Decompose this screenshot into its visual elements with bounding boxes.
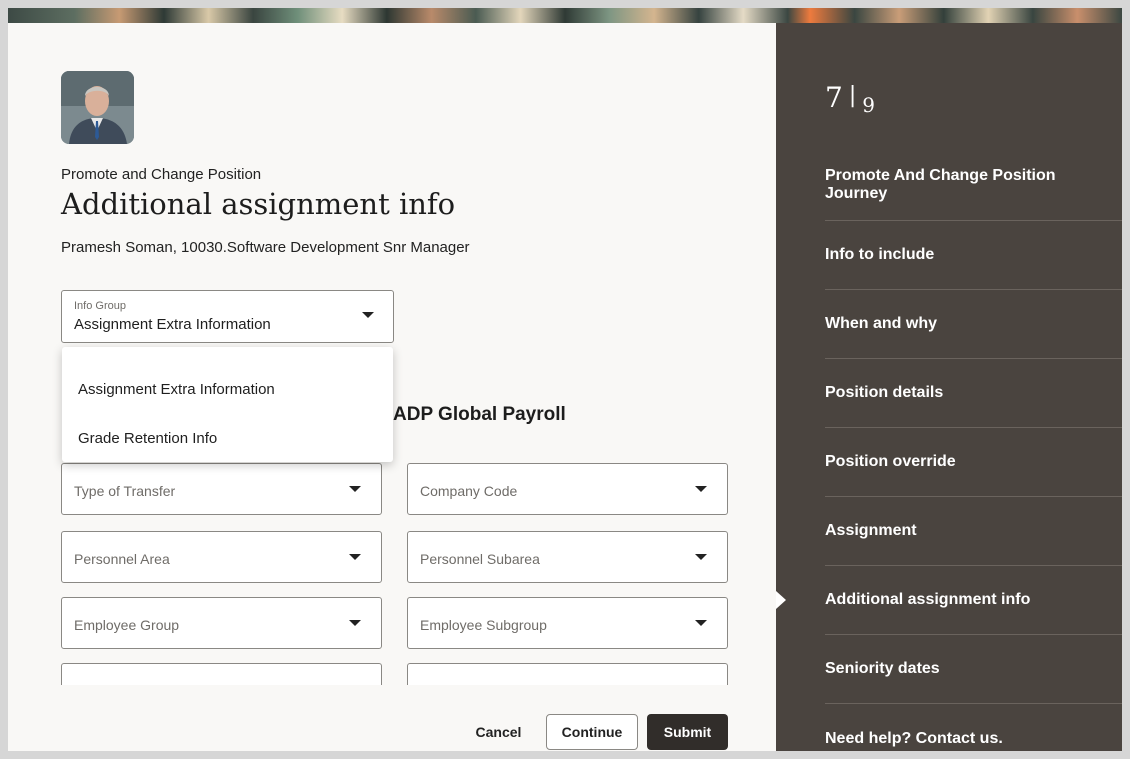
page-subtitle: Promote and Change Position	[61, 166, 262, 183]
chevron-down-icon	[695, 554, 707, 560]
personnel-area-select[interactable]: Personnel Area	[61, 531, 382, 583]
field-placeholder: Company Code	[420, 483, 518, 499]
sidebar-item-label: Additional assignment info	[825, 591, 1031, 608]
section-title: ADP Global Payroll	[393, 404, 566, 425]
total-steps: 9	[862, 93, 875, 117]
employee-group-select[interactable]: Employee Group	[61, 597, 382, 649]
app-frame: Promote and Change Position Additional a…	[8, 8, 1122, 751]
type-of-transfer-select[interactable]: Type of Transfer	[61, 463, 382, 515]
step-counter: 7 | 9	[825, 81, 875, 117]
info-group-dropdown-menu: Assignment Extra Information Grade Reten…	[62, 347, 393, 462]
sidebar-item-when-and-why[interactable]: When and why	[825, 290, 1122, 359]
sidebar-item-contact-us[interactable]: Need help? Contact us.	[825, 704, 1122, 751]
sidebar-item-journey[interactable]: Promote And Change Position Journey	[825, 149, 1122, 221]
sidebar-item-label: Position override	[825, 453, 956, 470]
info-group-label: Info Group	[74, 300, 126, 312]
info-group-select[interactable]: Info Group Assignment Extra Information	[61, 290, 394, 343]
sidebar-item-label: Info to include	[825, 246, 935, 263]
chevron-down-icon	[695, 620, 707, 626]
dropdown-option[interactable]: Assignment Extra Information	[78, 381, 275, 398]
chevron-down-icon	[695, 486, 707, 492]
sidebar-item-label: Need help? Contact us.	[825, 729, 1003, 747]
field-placeholder: Personnel Area	[74, 551, 170, 567]
chevron-down-icon	[349, 486, 361, 492]
partial-field-left[interactable]	[61, 663, 382, 685]
dropdown-option[interactable]: Grade Retention Info	[78, 430, 217, 447]
sidebar-item-label: Seniority dates	[825, 660, 940, 677]
page-title: Additional assignment info	[61, 187, 456, 221]
step-sidebar: 7 | 9 Promote And Change Position Journe…	[776, 23, 1122, 751]
sidebar-item-position-details[interactable]: Position details	[825, 359, 1122, 428]
submit-button[interactable]: Submit	[647, 714, 728, 750]
chevron-down-icon	[362, 312, 374, 318]
employee-subgroup-select[interactable]: Employee Subgroup	[407, 597, 728, 649]
sidebar-item-additional-assignment-info[interactable]: Additional assignment info	[776, 566, 1122, 635]
sidebar-item-label: Promote And Change Position Journey	[825, 166, 1056, 202]
main-panel: Promote and Change Position Additional a…	[8, 23, 776, 751]
field-placeholder: Type of Transfer	[74, 483, 176, 499]
company-code-select[interactable]: Company Code	[407, 463, 728, 515]
step-nav-list: Promote And Change Position Journey Info…	[776, 149, 1122, 751]
field-placeholder: Employee Group	[74, 617, 180, 633]
sidebar-item-seniority-dates[interactable]: Seniority dates	[825, 635, 1122, 704]
sidebar-item-position-override[interactable]: Position override	[825, 428, 1122, 497]
current-step-marker-icon	[776, 591, 786, 609]
chevron-down-icon	[349, 554, 361, 560]
sidebar-item-info-to-include[interactable]: Info to include	[825, 221, 1122, 290]
continue-button[interactable]: Continue	[546, 714, 638, 750]
step-separator: |	[848, 83, 857, 108]
person-info: Pramesh Soman, 10030.Software Developmen…	[61, 239, 470, 256]
current-step: 7	[825, 81, 843, 114]
sidebar-item-label: Position details	[825, 384, 944, 401]
partial-field-right[interactable]	[407, 663, 728, 685]
sidebar-item-label: Assignment	[825, 522, 917, 539]
field-placeholder: Personnel Subarea	[420, 551, 540, 567]
field-placeholder: Employee Subgroup	[420, 617, 547, 633]
sidebar-item-assignment[interactable]: Assignment	[825, 497, 1122, 566]
avatar	[61, 71, 134, 144]
personnel-subarea-select[interactable]: Personnel Subarea	[407, 531, 728, 583]
chevron-down-icon	[349, 620, 361, 626]
sidebar-item-label: When and why	[825, 315, 937, 332]
cancel-button[interactable]: Cancel	[466, 714, 531, 750]
decorative-banner	[8, 8, 1122, 23]
info-group-value: Assignment Extra Information	[74, 316, 271, 333]
